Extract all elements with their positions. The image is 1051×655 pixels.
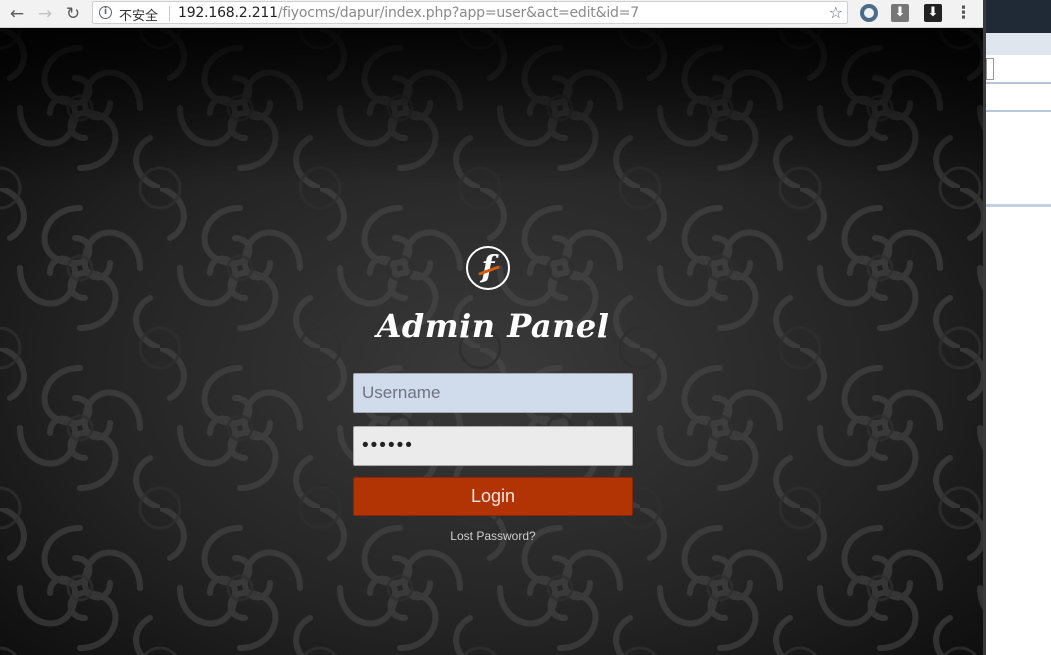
- info-icon[interactable]: i: [99, 6, 112, 19]
- kebab-menu-icon[interactable]: ⋮: [955, 3, 972, 23]
- background-window-divider: [986, 110, 1051, 112]
- page-viewport: f Admin Panel Login Lost Password?: [0, 28, 983, 655]
- url-separator: [169, 6, 170, 21]
- lost-password-link[interactable]: Lost Password?: [353, 529, 633, 543]
- forward-icon[interactable]: →: [34, 3, 56, 25]
- background-window-divider: [986, 82, 1051, 84]
- extension-circle-icon[interactable]: [860, 4, 878, 22]
- background-window-tab: [986, 58, 994, 80]
- password-input[interactable]: [353, 426, 633, 466]
- background-window-header: [986, 0, 1051, 33]
- download-manager-icon[interactable]: ⬇: [924, 4, 942, 22]
- address-bar[interactable]: i 不安全 192.168.2.211/fiyocms/dapur/index.…: [92, 1, 848, 24]
- page-title: Admin Panel: [376, 307, 610, 345]
- star-icon[interactable]: ☆: [829, 3, 843, 22]
- browser-toolbar: ← → ↻ i 不安全 192.168.2.211/fiyocms/dapur/…: [0, 0, 983, 28]
- background-window-divider: [986, 204, 1051, 207]
- fiyo-logo-icon: f: [466, 246, 510, 290]
- background-window-toolbar: [986, 33, 1051, 55]
- url-text[interactable]: 192.168.2.211/fiyocms/dapur/index.php?ap…: [178, 5, 639, 21]
- back-icon[interactable]: ←: [6, 3, 28, 25]
- background-window: [983, 0, 1051, 655]
- url-path: /fiyocms/dapur/index.php?app=user&act=ed…: [277, 5, 639, 21]
- username-input[interactable]: [353, 373, 633, 413]
- url-host: 192.168.2.211: [178, 5, 278, 21]
- reload-icon[interactable]: ↻: [62, 3, 84, 25]
- security-label[interactable]: 不安全: [119, 5, 158, 24]
- download-icon[interactable]: ⬇: [891, 4, 909, 22]
- login-button[interactable]: Login: [353, 477, 633, 516]
